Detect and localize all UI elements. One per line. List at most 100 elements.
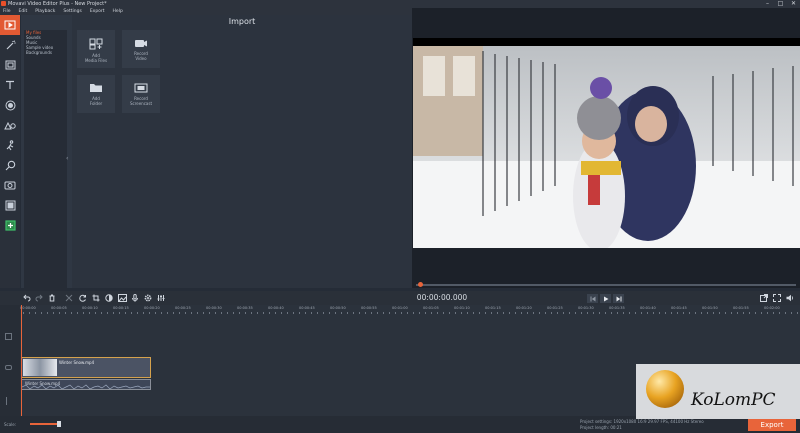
- gear-icon: [144, 294, 152, 302]
- ruler-tick-label: 00:02:00: [764, 306, 780, 310]
- audio-clip[interactable]: Winter Snow.mp4: [21, 379, 151, 390]
- video-clip[interactable]: Winter Snow.mp4: [21, 357, 151, 378]
- ruler-tick-label: 00:01:50: [702, 306, 718, 310]
- undo-icon: [23, 294, 31, 302]
- filters-icon: [5, 60, 15, 70]
- undo-button[interactable]: [22, 293, 32, 303]
- category-panel: My files Sounds Music Sample video Backg…: [21, 15, 72, 300]
- redo-icon: [35, 294, 43, 302]
- project-length: Project length: 00:21: [580, 425, 622, 430]
- scrubber-handle[interactable]: [418, 282, 423, 287]
- volume-button[interactable]: [785, 293, 795, 303]
- clip-thumbnail: [23, 359, 57, 376]
- window-controls: – □ ✕: [761, 0, 800, 8]
- ruler-tick-label: 00:01:30: [578, 306, 594, 310]
- category-backgrounds[interactable]: Backgrounds: [24, 50, 67, 55]
- record-screencast-label: Record Screencast: [129, 96, 153, 106]
- ruler-tick-label: 00:01:35: [609, 306, 625, 310]
- import-tab[interactable]: [0, 15, 20, 35]
- ruler-tick-label: 00:01:40: [640, 306, 656, 310]
- ruler-tick-label: 00:01:45: [671, 306, 687, 310]
- ruler-tick-label: 00:00:35: [237, 306, 253, 310]
- titles-tab[interactable]: [0, 75, 20, 95]
- detach-player-button[interactable]: [759, 293, 769, 303]
- add-folder-button[interactable]: Add Folder: [77, 75, 115, 113]
- chroma-key-tab[interactable]: [0, 195, 20, 215]
- external-window-icon: [760, 294, 768, 302]
- stabilization-tab[interactable]: [0, 175, 20, 195]
- image-button[interactable]: [117, 293, 127, 303]
- left-toolbar: [0, 15, 20, 288]
- callouts-tab[interactable]: [0, 115, 20, 135]
- camera-icon: [135, 40, 147, 47]
- ruler-tick-label: 00:01:20: [516, 306, 532, 310]
- scale-slider-handle[interactable]: [57, 421, 61, 427]
- crop-button[interactable]: [91, 293, 101, 303]
- title-track-icon: [5, 333, 12, 340]
- rotate-button[interactable]: [78, 293, 88, 303]
- video-track-icon: [5, 365, 12, 370]
- stabilization-icon: [4, 181, 16, 190]
- color-adjust-button[interactable]: [104, 293, 114, 303]
- delete-button[interactable]: [47, 293, 57, 303]
- titles-icon: [6, 80, 14, 89]
- import-icon: [4, 20, 16, 30]
- add-media-files-button[interactable]: Add Media Files: [77, 30, 115, 68]
- menu-playback[interactable]: Playback: [35, 8, 55, 15]
- next-frame-button[interactable]: [613, 294, 624, 303]
- rotate-icon: [79, 294, 86, 302]
- video-preview[interactable]: [413, 38, 800, 248]
- equalizer-button[interactable]: [156, 293, 166, 303]
- export-button[interactable]: Export: [748, 419, 796, 431]
- previous-frame-button[interactable]: [587, 294, 598, 303]
- track-headers: [0, 305, 20, 416]
- menu-edit[interactable]: Edit: [19, 8, 28, 15]
- timecode-display: 00:00:00.000: [416, 293, 468, 302]
- fullscreen-button[interactable]: [772, 293, 782, 303]
- ruler-tick-label: 00:00:00: [20, 306, 36, 310]
- store-tab[interactable]: [0, 215, 20, 235]
- add-media-icon: [89, 38, 103, 50]
- watermark-logo: KoLomPC: [636, 364, 800, 419]
- ruler-ticks: [23, 312, 798, 314]
- play-icon: [603, 296, 608, 301]
- maximize-button[interactable]: □: [774, 0, 787, 8]
- menu-export[interactable]: Export: [90, 8, 105, 15]
- scale-slider[interactable]: [30, 423, 60, 425]
- store-icon: [4, 219, 16, 231]
- screencast-icon: [134, 83, 148, 93]
- ruler-tick-label: 00:00:55: [361, 306, 377, 310]
- magic-wand-tab[interactable]: [0, 35, 20, 55]
- record-screencast-button[interactable]: Record Screencast: [122, 75, 160, 113]
- folder-icon: [90, 84, 102, 92]
- scale-label: Scale:: [4, 422, 17, 427]
- clip-properties-button[interactable]: [143, 293, 153, 303]
- equalizer-icon: [157, 295, 165, 301]
- audio-button[interactable]: [130, 293, 140, 303]
- collapse-panel-button[interactable]: ‹: [66, 155, 68, 162]
- redo-button[interactable]: [34, 293, 44, 303]
- menu-file[interactable]: File: [3, 8, 11, 15]
- stickers-tab[interactable]: [0, 95, 20, 115]
- video-clip-label: Winter Snow.mp4: [59, 360, 95, 365]
- magic-wand-icon: [6, 39, 15, 49]
- project-info: Project settings: 1920x1080 16:9 29.97 F…: [580, 419, 704, 431]
- minimize-button[interactable]: –: [761, 0, 774, 8]
- cut-button[interactable]: [64, 293, 74, 303]
- play-button[interactable]: [600, 294, 611, 303]
- filters-tab[interactable]: [0, 55, 20, 75]
- zoom-tab[interactable]: [0, 155, 20, 175]
- ruler-tick-label: 00:00:40: [268, 306, 284, 310]
- record-video-button[interactable]: Record Video: [122, 30, 160, 68]
- ruler-tick-label: 00:00:15: [113, 306, 129, 310]
- ruler-tick-label: 00:00:20: [144, 306, 160, 310]
- menu-bar: File Edit Playback Settings Export Help: [0, 8, 415, 15]
- menu-settings[interactable]: Settings: [63, 8, 81, 15]
- playhead[interactable]: [21, 305, 22, 416]
- close-button[interactable]: ✕: [787, 0, 800, 8]
- menu-help[interactable]: Help: [113, 8, 123, 15]
- video-frame: [413, 46, 800, 248]
- transitions-tab[interactable]: [0, 135, 20, 155]
- playback-scrubber[interactable]: [416, 284, 796, 286]
- microphone-icon: [132, 294, 138, 302]
